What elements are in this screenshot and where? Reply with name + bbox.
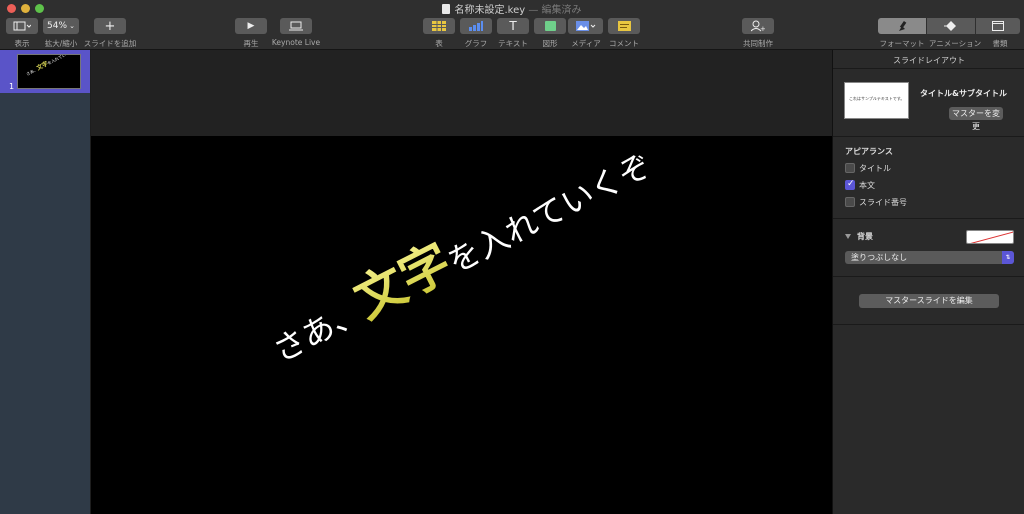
divider (833, 136, 1024, 137)
slide-number-checkbox-label: スライド番号 (859, 198, 907, 207)
title-separator: — (528, 5, 539, 16)
body-checkbox[interactable] (845, 179, 855, 190)
document-tab[interactable] (976, 18, 1020, 34)
sidebar-icon (13, 21, 31, 31)
table-label: 表 (435, 39, 443, 48)
zoom-value: 54% (47, 21, 68, 31)
slide[interactable]: さあ、文字を入れていくぞ (91, 136, 832, 514)
inspector-title: スライドレイアウト (893, 56, 965, 65)
document-name: 名称未設定.key (454, 5, 526, 16)
master-preview[interactable]: これはサンプルテキストです。 (844, 82, 909, 119)
slide-text-after: を入れていくぞ (441, 145, 658, 281)
document-label: 書類 (992, 39, 1008, 48)
shape-button[interactable] (534, 18, 566, 34)
collaborate-label: 共同制作 (743, 39, 773, 48)
keynote-live-button[interactable] (280, 18, 312, 34)
master-name: タイトル&サブタイトル (920, 89, 1007, 98)
slide-number: 1 (9, 82, 15, 91)
fill-type-value: 塗りつぶしなし (851, 253, 908, 262)
slide-navigator: 1 さあ、文字を入れていくぞ (0, 50, 90, 514)
table-button[interactable] (423, 18, 455, 34)
format-tab[interactable] (878, 18, 926, 34)
slide-thumbnail-1[interactable]: 1 さあ、文字を入れていくぞ (0, 50, 90, 93)
title-checkbox-label: タイトル (859, 164, 891, 173)
chart-label: グラフ (464, 39, 488, 48)
change-master-button[interactable]: マスターを変更 (949, 107, 1003, 131)
chart-icon (469, 21, 483, 31)
animate-tab[interactable] (927, 18, 975, 34)
thumbnail-text: さあ、文字を入れていくぞ (25, 54, 74, 77)
view-button[interactable] (6, 18, 38, 34)
select-arrows-icon: ⇅ (1002, 251, 1014, 264)
edit-master-button[interactable]: マスタースライドを編集 (859, 294, 999, 308)
slide-canvas: さあ、文字を入れていくぞ (91, 50, 832, 514)
animate-label: アニメーション (928, 39, 982, 48)
play-button[interactable]: ▶ (235, 18, 267, 34)
background-color-well[interactable] (966, 230, 1014, 244)
shape-label: 図形 (542, 39, 558, 48)
zoom-label: 拡大/縮小 (44, 39, 78, 48)
play-label: 再生 (243, 39, 259, 48)
divider (833, 324, 1024, 325)
fill-type-select[interactable]: 塗りつぶしなし ⇅ (845, 251, 1014, 264)
appearance-title: アピアランス (845, 147, 893, 156)
add-slide-label: スライドを追加 (83, 39, 137, 48)
comment-button[interactable] (608, 18, 640, 34)
divider (833, 68, 1024, 69)
window-title: 名称未設定.key — 編集済み (0, 1, 1024, 16)
slide-thumbnail-preview: さあ、文字を入れていくぞ (17, 54, 81, 89)
comment-icon (617, 21, 631, 31)
plus-icon: + (104, 18, 116, 34)
disclosure-triangle-icon[interactable] (845, 234, 851, 239)
body-checkbox-label: 本文 (859, 181, 875, 190)
slide-text-before: さあ、 (266, 292, 370, 370)
text-button[interactable]: T (497, 18, 529, 34)
paintbrush-icon (899, 20, 907, 31)
slide-number-checkbox[interactable] (845, 197, 855, 207)
background-title: 背景 (857, 232, 873, 241)
media-label: メディア (571, 39, 601, 48)
add-slide-button[interactable]: + (94, 18, 126, 34)
format-label: フォーマット (879, 39, 925, 48)
chevron-down-icon: ⌄ (69, 22, 75, 30)
play-icon: ▶ (247, 21, 255, 31)
collaborate-icon: + (751, 20, 765, 32)
shape-icon (544, 21, 556, 31)
comment-label: コメント (609, 39, 639, 48)
chart-button[interactable] (460, 18, 492, 34)
title-checkbox[interactable] (845, 163, 855, 173)
zoom-popup[interactable]: 54% ⌄ (43, 18, 79, 34)
divider (833, 276, 1024, 277)
document-icon (442, 4, 451, 14)
svg-text:+: + (760, 25, 765, 32)
media-button[interactable] (568, 18, 603, 34)
text-label: テキスト (498, 39, 528, 48)
divider (833, 218, 1024, 219)
keynote-live-label: Keynote Live (271, 38, 321, 47)
animate-icon (944, 21, 956, 31)
toolbar: 名称未設定.key — 編集済み 表示 54% ⌄ 拡大/縮小 + スライドを追加… (0, 0, 1024, 50)
document-status: 編集済み (541, 5, 582, 16)
collaborate-button[interactable]: + (742, 18, 774, 34)
format-inspector: スライドレイアウト これはサンプルテキストです。 タイトル&サブタイトル マスタ… (832, 50, 1024, 514)
table-icon (432, 21, 446, 31)
view-label: 表示 (14, 39, 30, 48)
media-icon (575, 21, 595, 31)
laptop-icon (289, 21, 303, 31)
slide-text-box[interactable]: さあ、文字を入れていくぞ (255, 136, 661, 376)
master-preview-text: これはサンプルテキストです。 (849, 96, 905, 101)
document-panel-icon (992, 21, 1004, 31)
text-icon: T (509, 19, 517, 33)
